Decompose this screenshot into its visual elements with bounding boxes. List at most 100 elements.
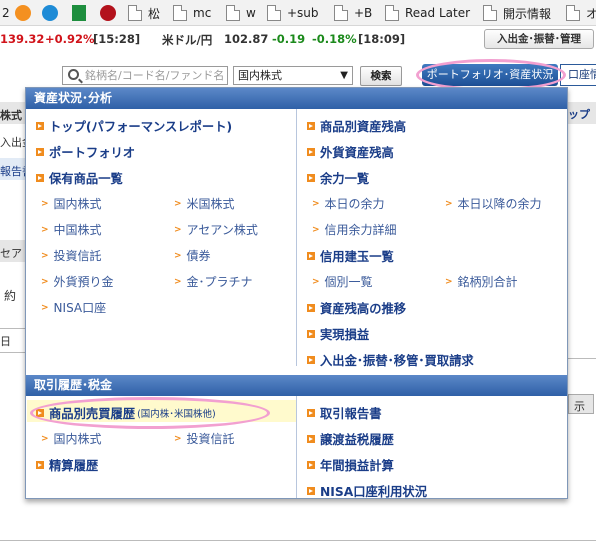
chevron-right-icon: > [174,433,182,444]
arrow-bullet-icon [36,122,44,130]
arrow-bullet-icon [36,148,44,156]
menu-by-issue-total[interactable]: > 銘柄別合計 [445,273,518,290]
bg-fragment-top: ップ [568,108,590,121]
menu-trade-report[interactable]: 取引報告書 [307,404,382,422]
chevron-right-icon: > [445,276,453,287]
menu-top-performance[interactable]: トップ(パフォーマンスレポート) [36,117,232,135]
menu-deposit-transfer[interactable]: 入出金･振替･移管･買取請求 [307,351,474,369]
bg-divider-3 [568,358,596,359]
bookmark-swirl[interactable] [15,4,37,22]
chevron-right-icon: > [174,250,182,261]
bookmark-sheet[interactable] [72,4,92,22]
bookmark-b[interactable]: +B [334,4,372,22]
menu-gold-platinum[interactable]: > 金･プラチナ [174,273,253,290]
document-icon [483,5,497,21]
chevron-down-icon: ▼ [340,70,348,81]
arrow-bullet-icon [307,487,315,495]
arrow-bullet-icon [307,148,315,156]
bookmark-disclosure[interactable]: 開示情報 [483,4,551,22]
menu-history-domestic-stock[interactable]: > 国内株式 [41,430,102,447]
bg-fragment-display: 示 [574,400,585,413]
arrow-bullet-icon [307,356,315,364]
fx-label: 米ドル/円 [162,33,213,47]
bg-fragment-stock: 株式 [0,109,22,122]
search-button[interactable]: 検索 [360,66,402,86]
menu-individual-list[interactable]: > 個別一覧 [312,273,373,290]
fx-time: [18:09] [358,32,406,46]
arrow-bullet-icon [307,435,315,443]
bg-fragment-asean: セア [0,247,22,260]
document-icon [173,5,187,21]
menu-balance-by-product[interactable]: 商品別資産残高 [307,117,406,135]
menu-holdings[interactable]: 保有商品一覧 [36,169,123,187]
menu-us-stock[interactable]: > 米国株式 [174,195,235,212]
bg-fragment-contract: 約 [4,289,17,303]
arrow-bullet-icon [307,252,315,260]
bg-divider-2 [0,352,25,353]
document-icon [385,5,399,21]
menu-annual-pl[interactable]: 年間損益計算 [307,456,394,474]
bookmark-globe[interactable] [42,4,64,22]
index-change: +0.92% [45,32,95,46]
menu-history-investment-trust[interactable]: > 投資信託 [174,430,235,447]
arrow-bullet-icon [307,304,315,312]
chevron-right-icon: > [312,198,320,209]
chevron-right-icon: > [445,198,453,209]
bookmark-sub[interactable]: +sub [267,4,319,22]
search-icon [68,69,79,80]
chevron-right-icon: > [174,198,182,209]
bookmark-matsu[interactable]: 松 [128,4,160,22]
annotation-circle-trade-history [30,397,270,429]
chevron-right-icon: > [174,276,182,287]
deposit-transfer-button[interactable]: 入出金･振替･管理 [484,29,594,49]
menu-settlement-history[interactable]: 精算履歴 [36,456,98,474]
bookmark-read-later[interactable]: Read Later [385,4,470,22]
arrow-bullet-icon [307,409,315,417]
document-icon [334,5,348,21]
menu-today-funds[interactable]: > 本日の余力 [312,195,385,212]
bg-divider [0,328,25,329]
market-select[interactable]: 国内株式 ▼ [233,66,353,85]
menu-nisa-usage[interactable]: NISA口座利用状況 [307,482,427,500]
menu-capital-gains-tax[interactable]: 譲渡益税履歴 [307,430,394,448]
menu-fx-balance[interactable]: 外貨資産残高 [307,143,394,161]
menu-balance-trend[interactable]: 資産残高の推移 [307,299,406,317]
index-value: 139.32 [0,32,45,46]
bookmark-w[interactable]: w [226,4,256,22]
section-assets-header: 資産状況･分析 [26,88,567,109]
menu-asean-stock[interactable]: > アセアン株式 [174,221,258,238]
portfolio-mega-menu: 資産状況･分析 トップ(パフォーマンスレポート) ポートフォリオ 保有商品一覧 … [25,87,568,499]
menu-margin-positions[interactable]: 信用建玉一覧 [307,247,394,265]
chevron-right-icon: > [41,250,49,261]
menu-nisa-account[interactable]: > NISA口座 [41,299,106,316]
globe-icon [42,5,58,21]
bookmark-red[interactable] [100,4,122,22]
menu-realized-pl[interactable]: 実現損益 [307,325,369,343]
fx-change-pct: -0.18% [312,32,357,46]
menu-available-funds[interactable]: 余力一覧 [307,169,369,187]
menu-investment-trust[interactable]: > 投資信託 [41,247,102,264]
bg-fragment-day: 日 [0,335,11,348]
menu-domestic-stock[interactable]: > 国内株式 [41,195,102,212]
arrow-bullet-icon [36,174,44,182]
arrow-bullet-icon [307,330,315,338]
menu-china-stock[interactable]: > 中国株式 [41,221,102,238]
fx-change: -0.19 [272,32,306,46]
document-icon [226,5,240,21]
menu-credit-funds-detail[interactable]: > 信用余力詳細 [312,221,397,238]
search-input[interactable]: 銘柄名/コード名/ファンド名 [62,66,228,85]
bookmarks-bar: 2 松 mc w +sub +B Read Later 開示情報 オ [0,0,596,26]
arrow-bullet-icon [36,461,44,469]
bookmark-2[interactable]: 2 [2,4,10,22]
menu-bonds[interactable]: > 債券 [174,247,211,264]
menu-portfolio[interactable]: ポートフォリオ [36,143,135,161]
menu-after-today-funds[interactable]: > 本日以降の余力 [445,195,542,212]
column-divider-2 [296,396,297,498]
chevron-right-icon: > [174,224,182,235]
chevron-right-icon: > [41,302,49,313]
index-time: [15:28] [93,32,141,46]
menu-fx-deposit[interactable]: > 外貨預り金 [41,273,114,290]
bookmark-o[interactable]: オ [566,4,596,22]
section-history-header: 取引履歴･税金 [26,375,567,396]
bookmark-mc[interactable]: mc [173,4,211,22]
